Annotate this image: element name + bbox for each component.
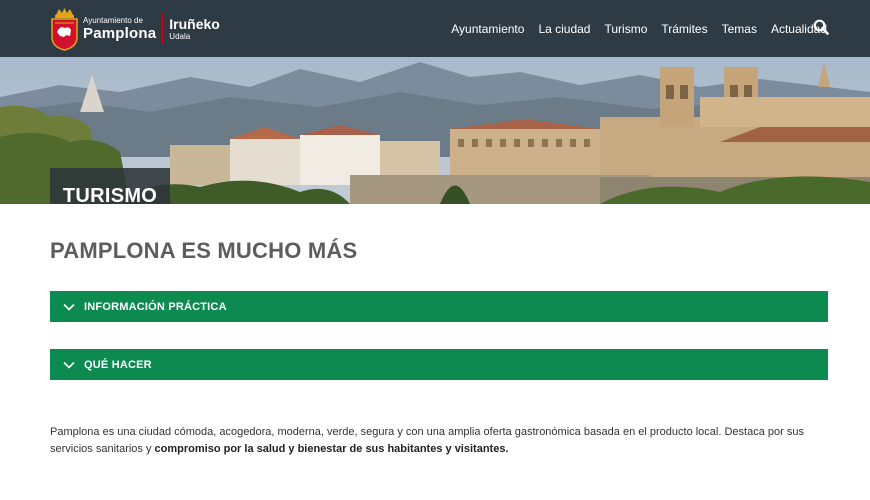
chevron-down-icon <box>63 361 75 369</box>
accordion-informacion-practica[interactable]: INFORMACIÓN PRÁCTICA <box>50 291 828 322</box>
nav-item-la-ciudad[interactable]: La ciudad <box>538 22 590 36</box>
intro-bold-text: compromiso por la salud y bienestar de s… <box>154 443 509 455</box>
search-icon[interactable] <box>813 19 829 35</box>
section-heading: PAMPLONA ES MUCHO MÁS <box>50 238 358 263</box>
main-nav: Ayuntamiento La ciudad Turismo Trámites … <box>451 0 827 57</box>
intro-paragraph: Pamplona es una ciudad cómoda, acogedora… <box>50 424 828 458</box>
hero-banner: TURISMO <box>0 57 870 204</box>
nav-item-turismo[interactable]: Turismo <box>604 22 647 36</box>
accordion-label: INFORMACIÓN PRÁCTICA <box>84 300 227 313</box>
site-logo[interactable]: Ayuntamiento de Pamplona Iruñeko Udala <box>50 5 220 53</box>
logo-subtitle-eu: Udala <box>169 31 191 41</box>
shield-icon <box>51 8 78 51</box>
nav-item-ayuntamiento[interactable]: Ayuntamiento <box>451 22 524 36</box>
site-header: Ayuntamiento de Pamplona Iruñeko Udala A… <box>0 0 870 57</box>
nav-item-temas[interactable]: Temas <box>722 22 757 36</box>
page-title: TURISMO <box>62 185 158 204</box>
nav-item-tramites[interactable]: Trámites <box>661 22 707 36</box>
logo-title-eu: Iruñeko <box>169 15 220 32</box>
logo-divider <box>162 14 164 44</box>
accordion-que-hacer[interactable]: QUÉ HACER <box>50 349 828 380</box>
logo-title: Pamplona <box>83 25 157 42</box>
accordion-label: QUÉ HACER <box>84 358 152 371</box>
hero-title-box: TURISMO <box>50 168 170 204</box>
chevron-down-icon <box>63 303 75 311</box>
